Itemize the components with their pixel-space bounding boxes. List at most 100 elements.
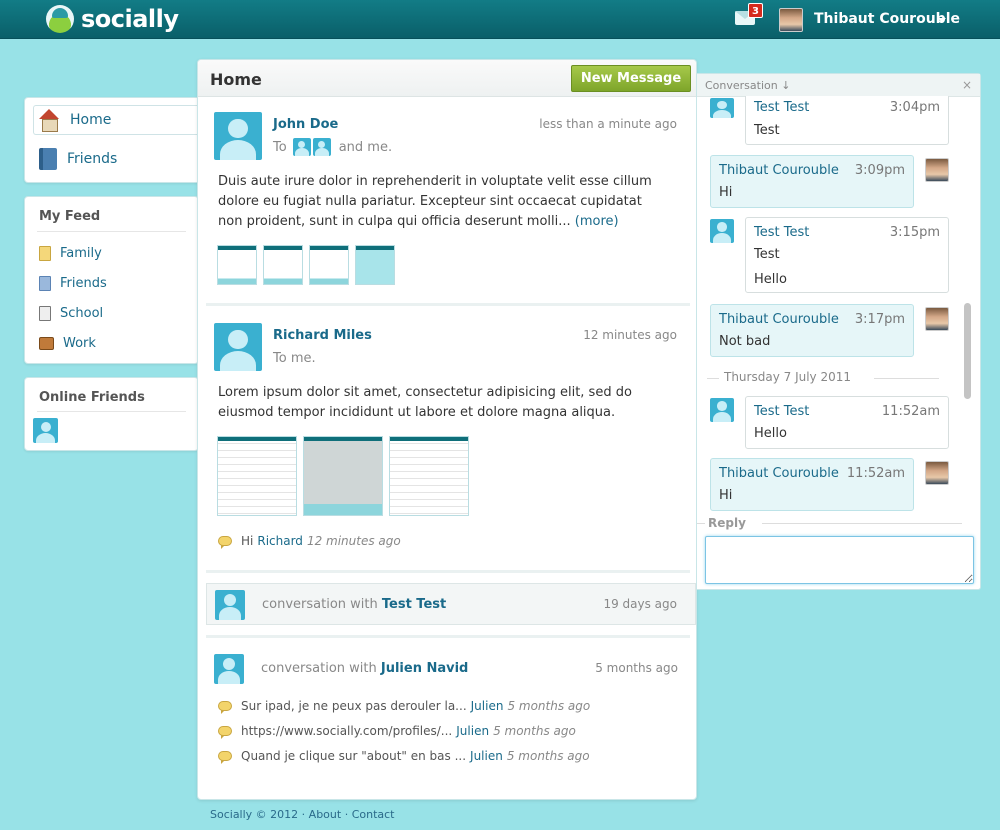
conversation-row[interactable]: conversation with Test Test 19 days ago [206,583,696,625]
logo-text: socially [81,5,179,33]
contacts-icon [39,276,51,291]
message-avatar[interactable] [710,398,734,422]
post-body: Lorem ipsum dolor sit amet, consectetur … [218,383,658,423]
message-author[interactable]: Thibaut Courouble [719,466,839,481]
comment-text: https://www.socially.com/profiles/... [241,724,453,738]
message-author[interactable]: Thibaut Courouble [719,312,839,327]
message-time: 3:04pm [889,100,940,115]
message-line: Not bad [719,334,771,349]
message-line: Hello [754,272,787,287]
conversation-row[interactable]: conversation with Julien Navid 5 months … [206,648,696,690]
attachment-thumbnail[interactable] [309,245,349,285]
attachment-thumbnail[interactable] [389,436,469,516]
comment-text: Quand je clique sur "about" en bas ... [241,749,467,763]
comment-author[interactable]: Richard [257,534,303,548]
post-text: Lorem ipsum dolor sit amet, consectetur … [218,385,632,420]
divider [37,411,186,412]
divider [206,635,690,638]
conversation-panel: Conversation ↓ × Test Test 3:04pm Test T… [697,73,981,590]
attachment-thumbnail[interactable] [355,245,395,285]
divider [874,378,939,379]
message-line: Hello [754,426,787,441]
nav-panel: Home Friends [24,97,201,183]
attachment-thumbnail[interactable] [217,245,257,285]
conversation-avatar [214,654,244,684]
contact-link[interactable]: Contact [352,808,395,821]
feed-item-label: Friends [60,276,107,291]
attachment-thumbnail[interactable] [303,436,383,516]
feed-item-work[interactable]: Work [39,336,96,351]
post-recipients: To me. [273,351,316,366]
message-line: Hi [719,185,733,200]
about-link[interactable]: About [309,808,342,821]
comment: Sur ipad, je ne peux pas derouler la... … [218,699,590,714]
reply-input[interactable] [705,536,974,584]
comment-time: 5 months ago [506,749,590,763]
divider [206,303,690,306]
message-avatar[interactable] [925,461,949,485]
divider [697,523,705,524]
attachment-thumbnail[interactable] [217,436,297,516]
to-suffix: and me. [338,139,393,155]
message-author[interactable]: Test Test [754,404,809,419]
message-avatar[interactable] [925,307,949,331]
message-author[interactable]: Test Test [754,225,809,240]
comment-time: 12 minutes ago [306,534,401,548]
message-author[interactable]: Test Test [754,100,809,115]
logo[interactable]: socially [46,5,179,33]
scrollbar[interactable] [962,98,972,510]
footer: Socially © 2012 · About · Contact [210,808,395,821]
more-link[interactable]: (more) [575,214,619,229]
message-time: 3:09pm [854,163,905,178]
comment-bubble-icon [218,536,232,549]
message-avatar[interactable] [710,98,734,118]
post-author[interactable]: John Doe [273,117,338,132]
briefcase-icon [39,337,54,350]
message-time: 3:17pm [854,312,905,327]
footer-separator: · [301,808,306,821]
post-avatar[interactable] [214,112,262,160]
conversation-partner[interactable]: Julien Navid [381,661,469,676]
user-avatar[interactable] [779,8,803,32]
comment-author[interactable]: Julien [470,749,503,763]
divider [37,231,186,232]
close-icon[interactable]: × [962,78,972,92]
message: Test Test 3:04pm Test [745,96,949,145]
comment-author[interactable]: Julien [471,699,504,713]
comment-author[interactable]: Julien [456,724,489,738]
feed-item-label: Family [60,246,102,261]
feed-item-school[interactable]: School [39,306,103,321]
to-prefix: To [273,139,287,155]
post-avatar[interactable] [214,323,262,371]
message: Thibaut Courouble 11:52am Hi [710,458,914,511]
reply-label: Reply [708,516,746,530]
online-friend-avatar[interactable] [33,418,58,443]
nav-item-friends[interactable]: Friends [33,148,117,170]
nav-item-home[interactable]: Home [33,105,201,135]
online-friends-panel: Online Friends [24,377,199,451]
scrollbar-thumb[interactable] [964,303,971,399]
comment-bubble-icon [218,751,232,764]
my-feed-panel: My Feed Family Friends School Work [24,196,199,364]
comment-text: Hi [241,534,254,548]
recipient-avatar[interactable] [312,138,331,156]
conversation-header[interactable]: Conversation ↓ × [697,74,980,97]
chevron-down-icon[interactable] [938,18,946,23]
message-avatar[interactable] [925,158,949,182]
conversation-prefix: conversation with [261,661,377,676]
message-avatar[interactable] [710,219,734,243]
mail-count-badge: 3 [748,3,763,18]
new-message-button[interactable]: New Message [571,65,691,92]
post-body: Duis aute irure dolor in reprehenderit i… [218,172,658,232]
conversation-title[interactable]: Conversation ↓ [705,79,790,92]
divider [762,523,962,524]
recipient-avatar[interactable] [292,138,311,156]
comment-text: Sur ipad, je ne peux pas derouler la... [241,699,467,713]
attachment-thumbnail[interactable] [263,245,303,285]
conversation-partner[interactable]: Test Test [382,597,446,612]
feed-item-friends[interactable]: Friends [39,276,107,291]
post-author[interactable]: Richard Miles [273,328,372,343]
home-icon [38,109,60,132]
feed-item-family[interactable]: Family [39,246,102,261]
message-author[interactable]: Thibaut Courouble [719,163,839,178]
